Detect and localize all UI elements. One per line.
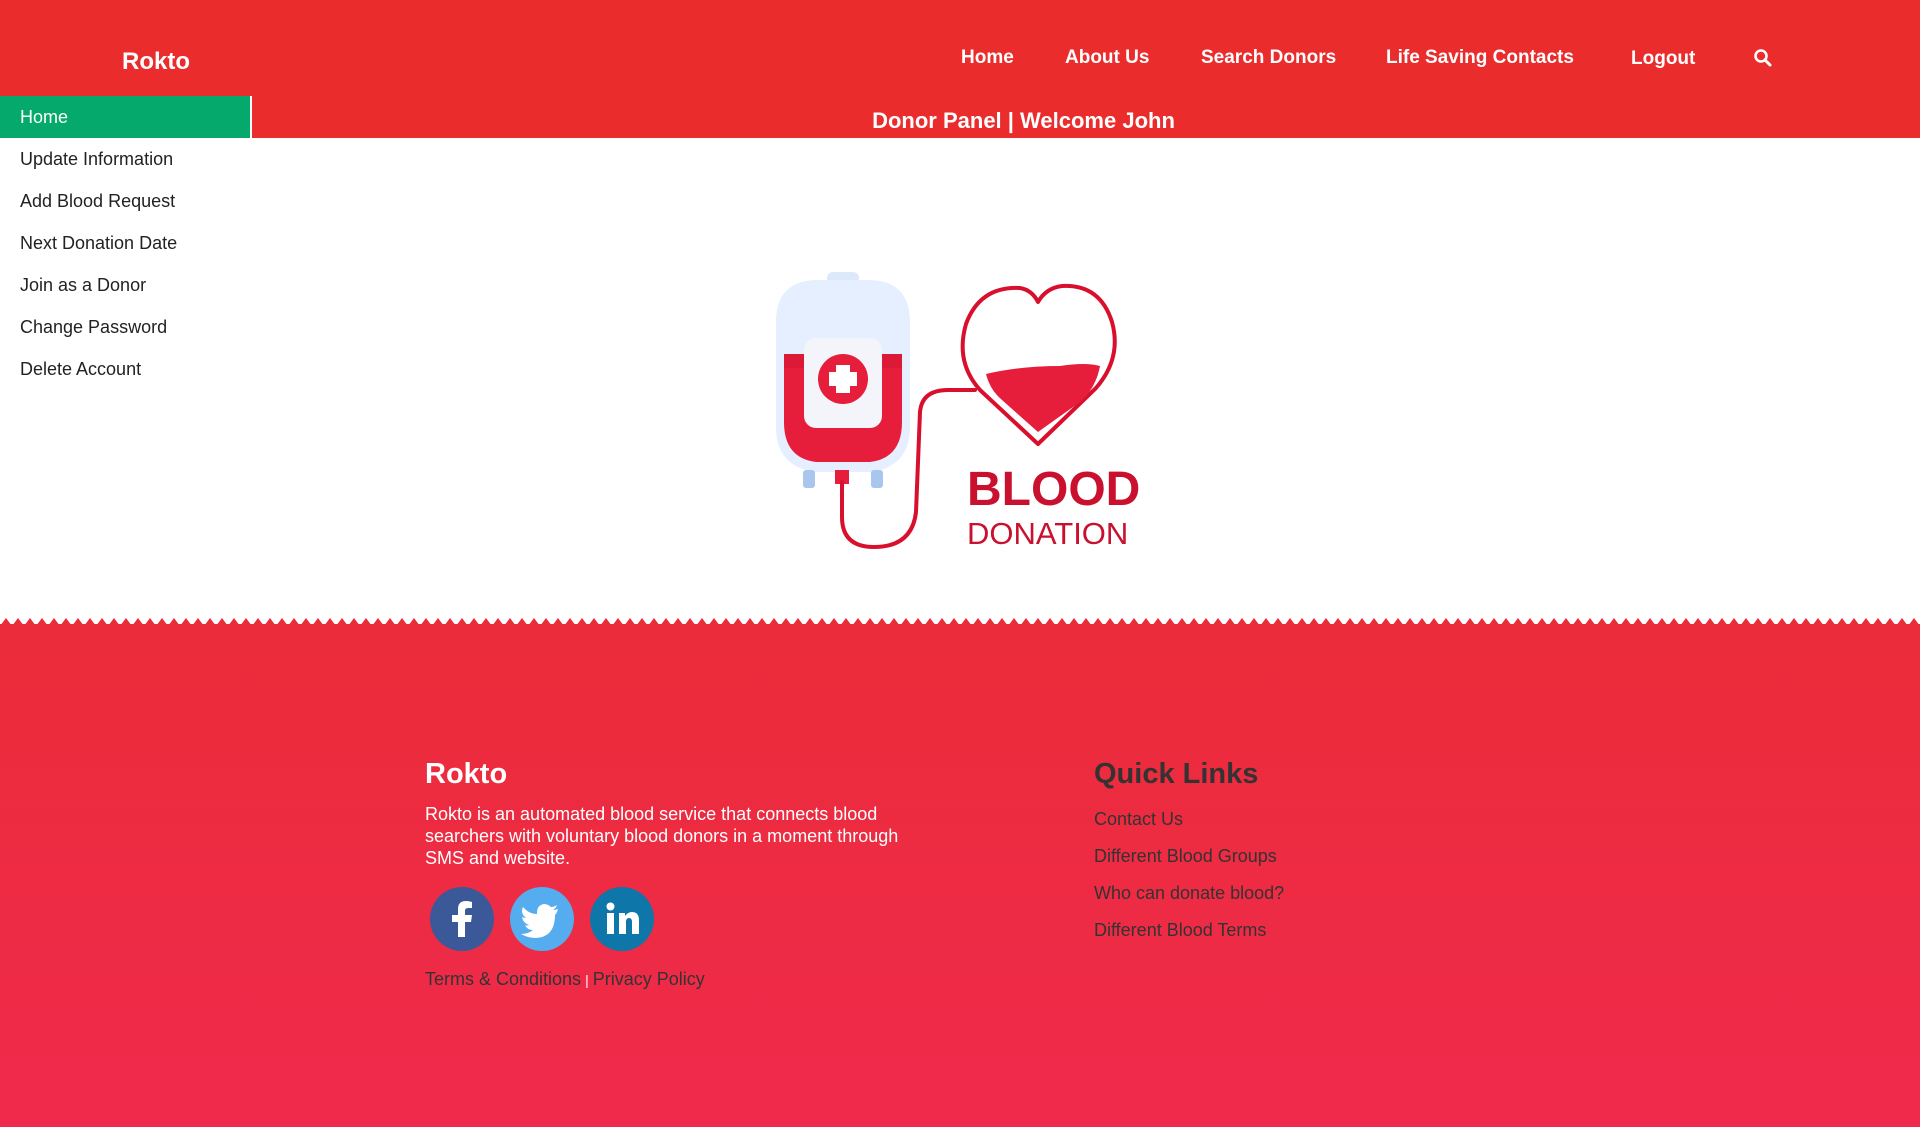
terms-link[interactable]: Terms & Conditions	[425, 969, 581, 989]
footer: Rokto Rokto is an automated blood servic…	[0, 616, 1920, 1127]
legal-separator: |	[585, 972, 589, 988]
panel-header: Donor Panel | Welcome John	[252, 96, 1920, 138]
footer-brand: Rokto	[425, 758, 508, 790]
footer-quick-links: Quick Links Contact Us Different Blood G…	[1094, 758, 1494, 957]
sidebar-item-change-password[interactable]: Change Password	[0, 306, 250, 348]
sidebar-item-join-as-donor[interactable]: Join as a Donor	[0, 264, 250, 306]
social-links	[425, 887, 945, 951]
top-navbar: Rokto Home About Us Search Donors Life S…	[0, 0, 1920, 96]
panel-title: Donor Panel | Welcome John	[872, 108, 1175, 133]
privacy-link[interactable]: Privacy Policy	[593, 969, 705, 989]
quick-link-blood-terms[interactable]: Different Blood Terms	[1094, 920, 1494, 957]
legal-links: Terms & Conditions | Privacy Policy	[425, 969, 945, 990]
sidebar-item-update-information[interactable]: Update Information	[0, 138, 250, 180]
sidebar-item-next-donation-date[interactable]: Next Donation Date	[0, 222, 250, 264]
nav-life-saving-contacts[interactable]: Life Saving Contacts	[1386, 47, 1574, 69]
nav-home[interactable]: Home	[961, 47, 1014, 69]
twitter-icon[interactable]	[510, 887, 574, 951]
brand-logo[interactable]: Rokto	[122, 48, 190, 76]
zigzag-divider	[0, 616, 1920, 626]
footer-description: Rokto is an automated blood service that…	[425, 804, 899, 868]
nav-search-donors[interactable]: Search Donors	[1201, 47, 1336, 69]
nav-logout[interactable]: Logout	[1631, 48, 1695, 70]
sidebar-item-home[interactable]: Home	[0, 96, 250, 138]
sidebar-item-add-blood-request[interactable]: Add Blood Request	[0, 180, 250, 222]
sidebar-menu: Home Update Information Add Blood Reques…	[0, 96, 250, 390]
hero-text-donation: DONATION	[967, 516, 1128, 551]
search-icon[interactable]	[1753, 48, 1773, 68]
footer-about: Rokto Rokto is an automated blood servic…	[425, 758, 945, 990]
sidebar-item-delete-account[interactable]: Delete Account	[0, 348, 250, 390]
quick-link-contact-us[interactable]: Contact Us	[1094, 809, 1494, 846]
quick-link-blood-groups[interactable]: Different Blood Groups	[1094, 846, 1494, 883]
facebook-icon[interactable]	[430, 887, 494, 951]
quick-link-who-can-donate[interactable]: Who can donate blood?	[1094, 883, 1494, 920]
blood-donation-illustration: BLOOD DONATION	[776, 272, 1140, 551]
linkedin-icon[interactable]	[590, 887, 654, 951]
quick-links-title: Quick Links	[1094, 758, 1259, 790]
hero-text-blood: BLOOD	[967, 463, 1140, 516]
nav-about-us[interactable]: About Us	[1065, 47, 1149, 69]
